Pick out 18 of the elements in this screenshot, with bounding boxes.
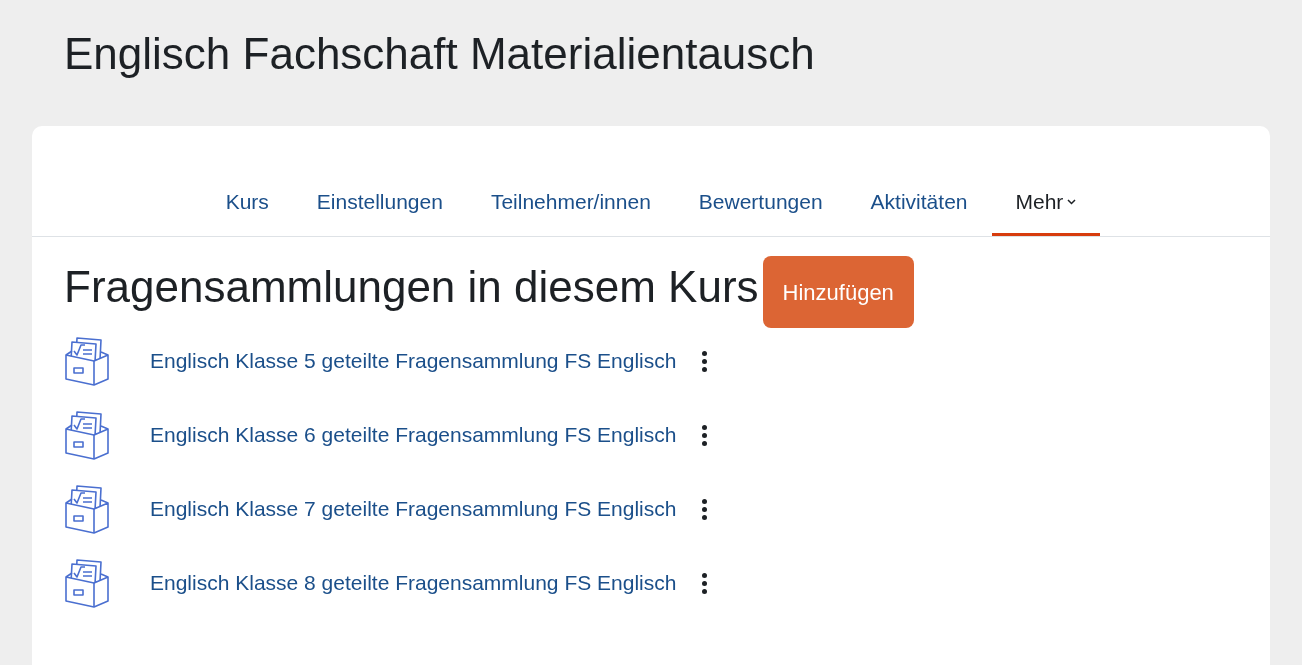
add-button[interactable]: Hinzufügen — [762, 256, 914, 328]
question-bank-link[interactable]: Englisch Klasse 5 geteilte Fragensammlung FS Englisch — [150, 345, 677, 377]
nav-tab[interactable]: Teilnehmer/innen — [466, 170, 675, 236]
question-bank-link[interactable]: Englisch Klasse 7 geteilte Fragensammlung FS Englisch — [150, 493, 677, 525]
question-bank-icon — [64, 484, 110, 534]
nav-tab[interactable]: Mehr — [991, 170, 1101, 236]
nav-tab[interactable]: Einstellungen — [292, 170, 467, 236]
section-heading: Fragensammlungen in diesem Kurs — [64, 261, 759, 313]
question-bank-icon — [64, 558, 110, 608]
nav-tab[interactable]: Aktivitäten — [846, 170, 992, 236]
question-bank-link[interactable]: Englisch Klasse 8 geteilte Fragensammlung FS Englisch — [150, 567, 677, 599]
caret-icon — [1067, 198, 1077, 205]
question-bank-link[interactable]: Englisch Klasse 6 geteilte Fragensammlung FS Englisch — [150, 419, 677, 451]
nav-tab[interactable]: Bewertungen — [674, 170, 847, 236]
question-bank-icon — [64, 410, 110, 460]
page-title: Englisch Fachschaft Materialientausch — [63, 28, 816, 80]
nav-tab[interactable]: Kurs — [201, 170, 293, 236]
question-bank-icon — [64, 336, 110, 386]
